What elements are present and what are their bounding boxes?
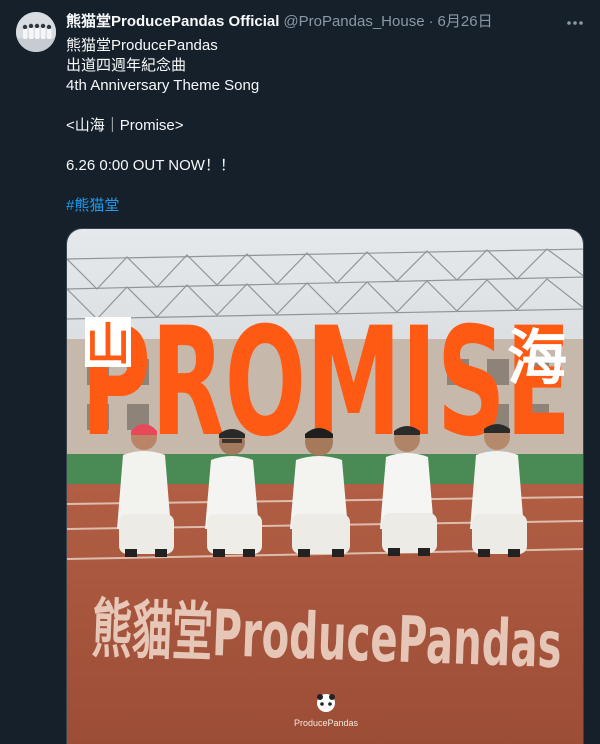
avatar[interactable] [16,12,56,52]
tweet-line: 6.26 0:00 OUT NOW！！ [66,157,235,174]
hashtag-line: #熊猫堂 [66,196,584,216]
separator-dot: · [428,13,434,30]
group-photo-icon [16,12,56,52]
tweet-text: 熊猫堂ProducePandas 出道四週年紀念曲 4th Anniversar… [66,36,584,216]
display-name[interactable]: 熊猫堂ProducePandas Official [66,12,279,32]
poster-glyph-right: 海 [507,324,567,394]
poster-glyph-left: 山 [86,319,130,370]
more-horizontal-icon [567,21,583,25]
more-options-button[interactable] [564,12,586,34]
album-poster: PROMISE 山 海 熊貓堂ProducePandas ProducePand… [67,229,583,744]
tweet-line: 熊猫堂ProducePandas [66,37,218,54]
tweet-media-image[interactable]: PROMISE 山 海 熊貓堂ProducePandas ProducePand… [66,228,584,744]
tweet-header: 熊猫堂ProducePandas Official @ProPandas_Hou… [66,12,550,32]
panda-logo-icon [317,694,335,712]
tweet-line: <山海｜Promise> [66,117,184,134]
tweet-line: 出道四週年紀念曲 [66,57,187,74]
hashtag-link[interactable]: #熊猫堂 [66,197,119,214]
logo-text: ProducePandas [294,718,359,728]
tweet-line: 4th Anniversary Theme Song [66,77,260,94]
tweet[interactable]: 熊猫堂ProducePandas Official @ProPandas_Hou… [0,0,600,744]
user-handle[interactable]: @ProPandas_House [283,12,424,32]
tweet-date[interactable]: 6月26日 [438,12,493,32]
